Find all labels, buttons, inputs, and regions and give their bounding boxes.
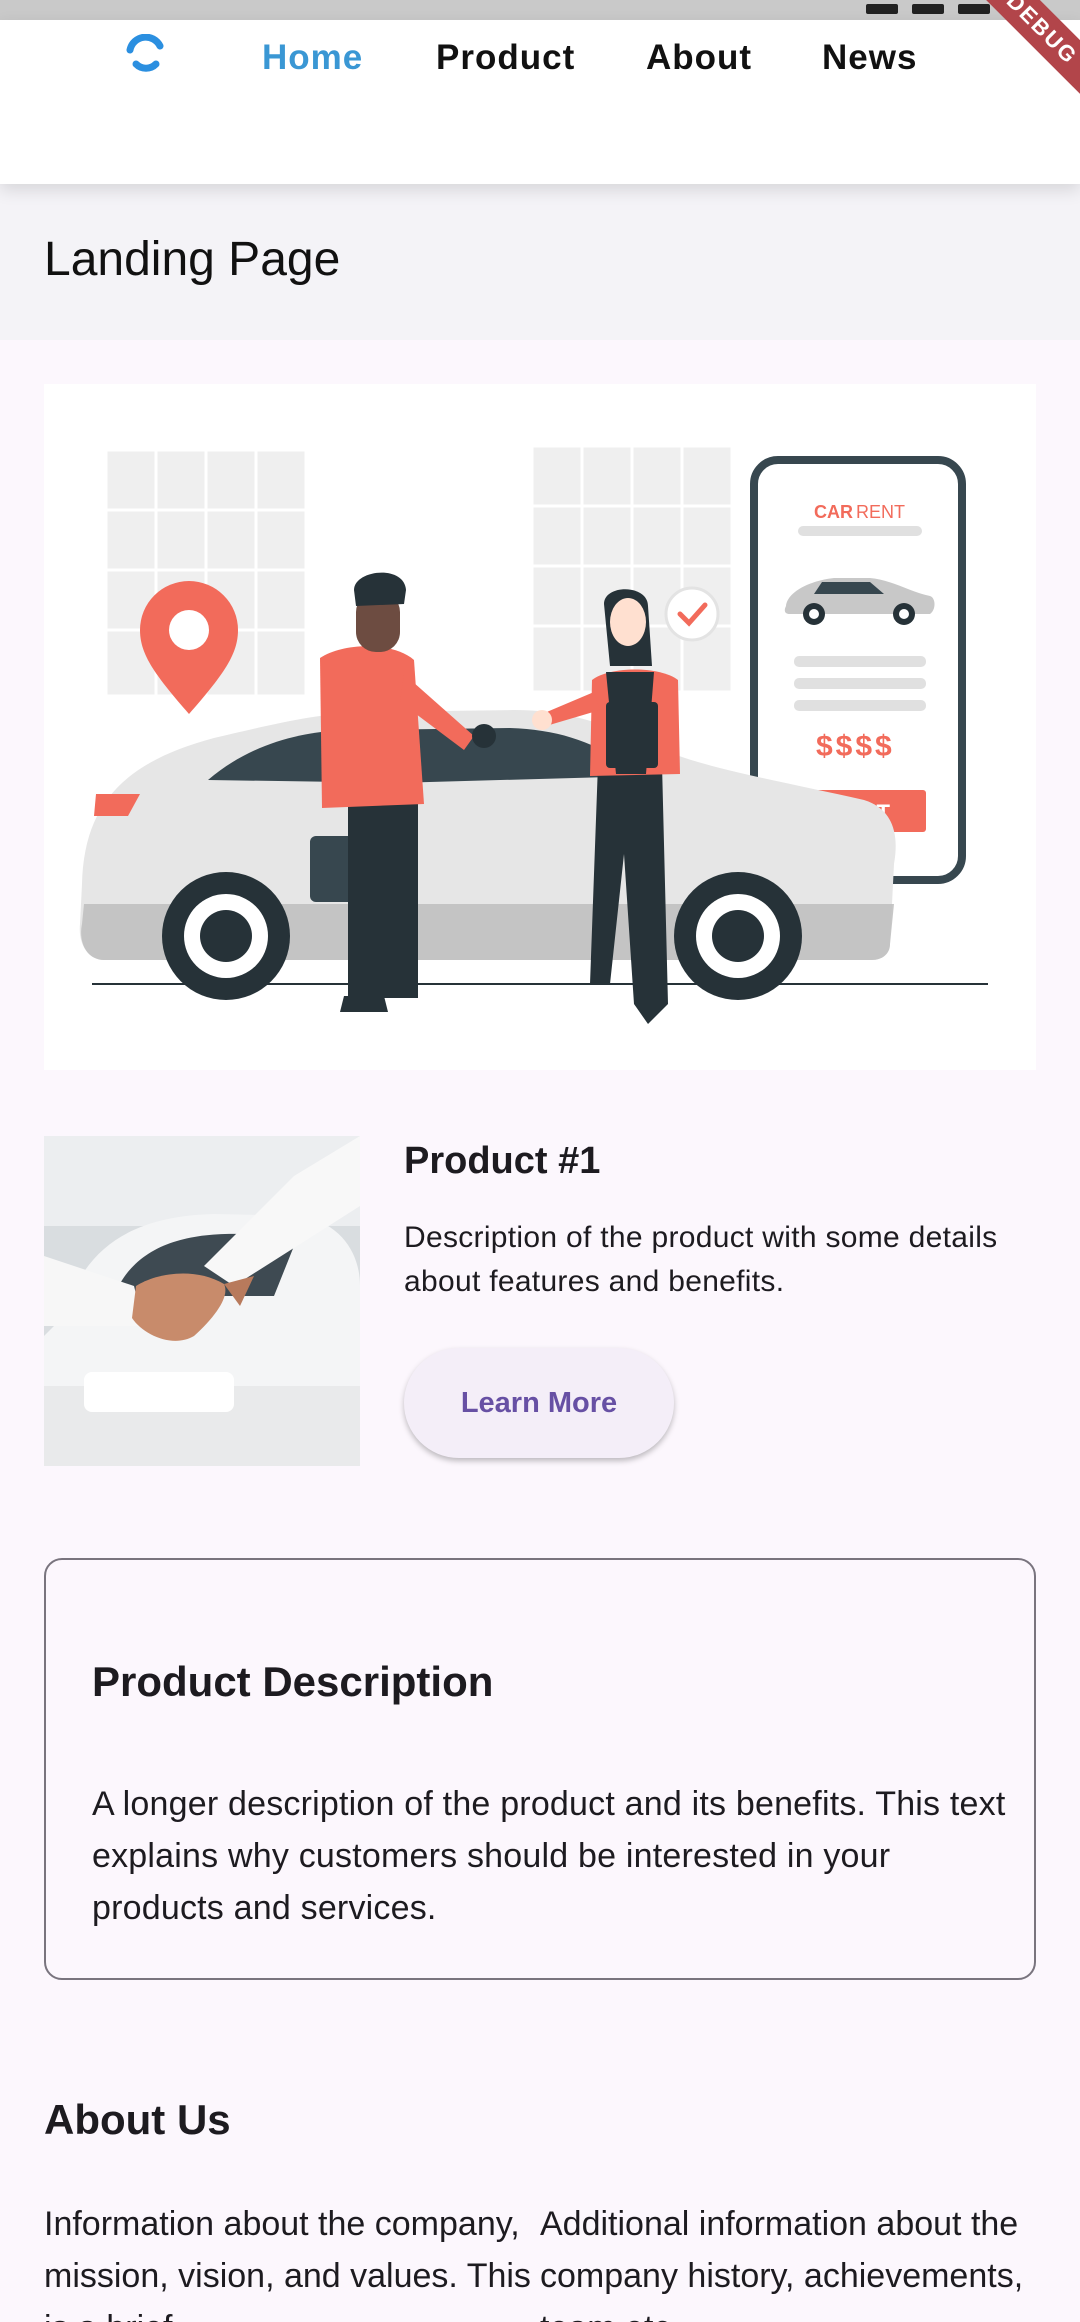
learn-more-button[interactable]: Learn More xyxy=(404,1348,674,1458)
card-title: Product Description xyxy=(92,1658,494,1705)
about-column-1: Information about the company, mission, … xyxy=(44,2205,531,2322)
nav-product[interactable]: Product xyxy=(436,38,575,78)
status-icons xyxy=(866,0,990,14)
top-app-bar: Home Product About News xyxy=(0,20,1080,184)
car-rent-illustration: CAR RENT $$$$ RENT xyxy=(79,444,988,1024)
app-logo-icon xyxy=(126,34,164,72)
product-description: Description of the product with some det… xyxy=(404,1221,998,1298)
about-title: About Us xyxy=(44,2096,231,2143)
product-image xyxy=(44,1136,360,1466)
phone-price: $$$$ xyxy=(816,730,895,763)
status-bar xyxy=(0,0,1080,20)
page-title: Landing Page xyxy=(44,233,341,286)
product-description-card: Product Description A longer description… xyxy=(44,1558,1036,1980)
handshake-car-photo xyxy=(44,1136,360,1466)
hero-illustration: CAR RENT $$$$ RENT xyxy=(44,384,1036,1070)
card-text: A longer description of the product and … xyxy=(92,1785,1006,1927)
about-column-2: Additional information about the company… xyxy=(540,2205,1024,2322)
page-header: Landing Page xyxy=(0,184,1080,340)
product-title: Product #1 xyxy=(404,1140,601,1182)
nav-news[interactable]: News xyxy=(822,38,917,78)
nav-home[interactable]: Home xyxy=(262,38,363,78)
phone-brand-suffix: RENT xyxy=(856,502,905,522)
nav-about[interactable]: About xyxy=(646,38,752,78)
phone-brand: CAR xyxy=(814,502,853,522)
